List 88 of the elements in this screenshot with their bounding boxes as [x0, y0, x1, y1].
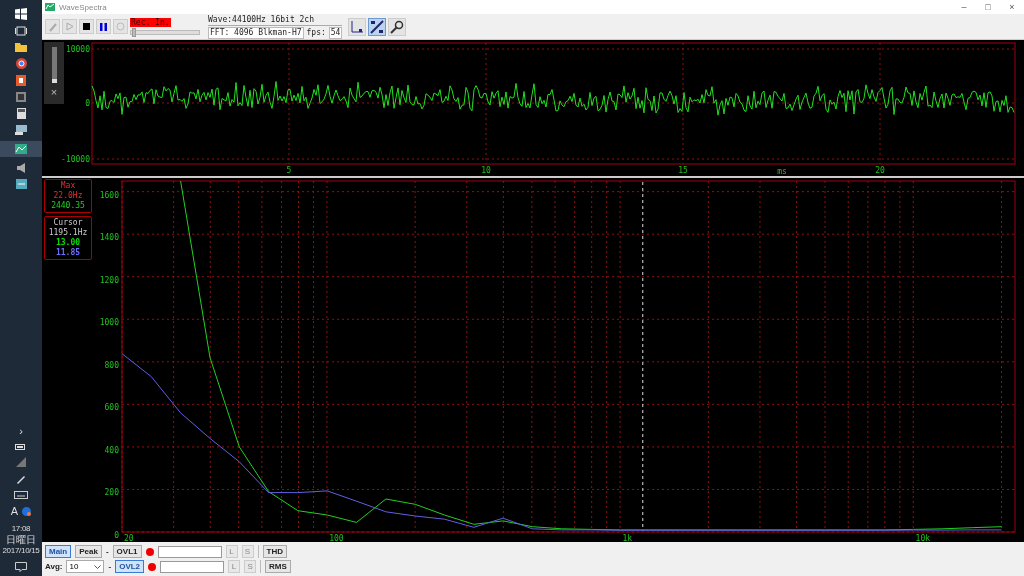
- mode-button[interactable]: THD: [262, 545, 287, 558]
- axis-button[interactable]: [348, 17, 367, 36]
- taskbar-active-app[interactable]: [0, 141, 42, 157]
- diagonal-scale-icon: [370, 19, 385, 34]
- record-dot-icon[interactable]: [148, 562, 157, 571]
- axis-label: 0: [114, 531, 119, 540]
- axis-label: 1600: [99, 190, 119, 200]
- fps-field: 54: [328, 26, 343, 39]
- mode-button[interactable]: Main: [45, 545, 72, 558]
- axis-label: 10k: [915, 534, 930, 542]
- axis-label: 0: [85, 99, 90, 108]
- axis-label: 1400: [99, 233, 119, 243]
- close-button[interactable]: ×: [1000, 1, 1024, 13]
- maximize-button[interactable]: □: [976, 1, 1000, 13]
- close-button[interactable]: ×: [50, 87, 58, 98]
- chrome-circle-icon[interactable]: [15, 58, 27, 69]
- pause-icon: [100, 22, 107, 31]
- mode-button[interactable]: OVL2: [115, 560, 145, 573]
- position-slider-thumb[interactable]: [132, 28, 137, 37]
- text-field[interactable]: [157, 545, 222, 558]
- pen-icon[interactable]: [16, 474, 26, 484]
- control-label: -: [105, 547, 109, 556]
- ime-indicator[interactable]: A: [10, 506, 19, 517]
- circle-icon: [116, 22, 125, 31]
- axis-label: 1k: [622, 534, 633, 542]
- axis-label: 10000: [65, 45, 90, 54]
- recording-input-label: Rec. In.: [130, 18, 171, 27]
- battery-icon: [15, 444, 27, 450]
- record-dot-icon[interactable]: [145, 547, 154, 556]
- axis-unit: ms: [777, 167, 787, 176]
- axis-icon: [350, 19, 365, 34]
- spectrum-app-icon: [15, 144, 27, 154]
- play-icon: [65, 22, 74, 31]
- axis-label: 600: [104, 403, 119, 413]
- axis-label: 20: [875, 166, 885, 175]
- calculator-icon[interactable]: [16, 108, 26, 119]
- stop-icon: [83, 23, 90, 30]
- readout-title: Cursor: [53, 218, 83, 228]
- control-label: Avg:: [45, 562, 63, 571]
- start-icon[interactable]: [15, 8, 27, 20]
- mode-button[interactable]: RMS: [265, 560, 291, 573]
- axis-label: 400: [104, 445, 119, 455]
- axis-label: 800: [104, 360, 119, 370]
- notification-icon[interactable]: [15, 562, 27, 572]
- axis-label: 1200: [99, 275, 119, 285]
- axis-label: 1000: [99, 318, 119, 328]
- mode-button[interactable]: OVL1: [112, 545, 142, 558]
- tray-chevron[interactable]: ›: [19, 426, 23, 437]
- task-view-icon[interactable]: [15, 26, 27, 36]
- readout-value: 2440.35: [51, 201, 85, 211]
- speaker-icon[interactable]: [17, 163, 25, 173]
- volume-slider[interactable]: [51, 47, 57, 83]
- folder-icon[interactable]: [15, 42, 27, 52]
- scale-button[interactable]: [368, 17, 387, 36]
- window-title: WaveSpectra: [59, 2, 107, 12]
- axis-label: 20: [124, 534, 134, 542]
- app-icon[interactable]: [15, 179, 27, 189]
- clock-date[interactable]: 2017/10/15: [2, 546, 40, 555]
- readout-frequency: 1195.1Hz: [48, 228, 88, 238]
- readout-value: 13.00: [55, 238, 81, 248]
- axis-label: 10: [481, 166, 491, 175]
- pencil-icon: [47, 21, 58, 32]
- axis-label: -10000: [61, 155, 90, 164]
- text-field[interactable]: [160, 560, 225, 573]
- control-label: -: [108, 562, 112, 571]
- axis-label: 15: [678, 166, 688, 175]
- network-icon[interactable]: [16, 457, 26, 467]
- axis-label: 5: [286, 166, 292, 175]
- clock-weekday[interactable]: 日曜日: [6, 534, 36, 545]
- mode-button[interactable]: Peak: [75, 545, 102, 558]
- readout-frequency: 22.0Hz: [53, 191, 83, 201]
- fps-label: fps:: [306, 27, 326, 38]
- monitor-icon[interactable]: [15, 125, 27, 135]
- app-logo-icon: [45, 3, 55, 11]
- readout-value: 11.85: [55, 248, 81, 258]
- readout-title: Max: [60, 181, 76, 191]
- average-dropdown[interactable]: 10: [66, 560, 105, 573]
- stop-button[interactable]: [79, 19, 94, 34]
- assistant-circle-icon[interactable]: [22, 507, 32, 516]
- chevron-down-icon: [94, 564, 102, 569]
- minimize-button[interactable]: –: [952, 1, 976, 13]
- pause-button[interactable]: [96, 19, 111, 34]
- keyboard-icon[interactable]: [14, 491, 28, 499]
- axis-label: 100: [329, 534, 344, 542]
- clock-time[interactable]: 17:08: [11, 524, 31, 533]
- fft-setting-field: FFT: 4096 Blkman-H7: [208, 26, 304, 39]
- axis-label: 200: [104, 488, 119, 498]
- wave-format-field: Wave:44100Hz 16bit 2ch: [208, 14, 343, 26]
